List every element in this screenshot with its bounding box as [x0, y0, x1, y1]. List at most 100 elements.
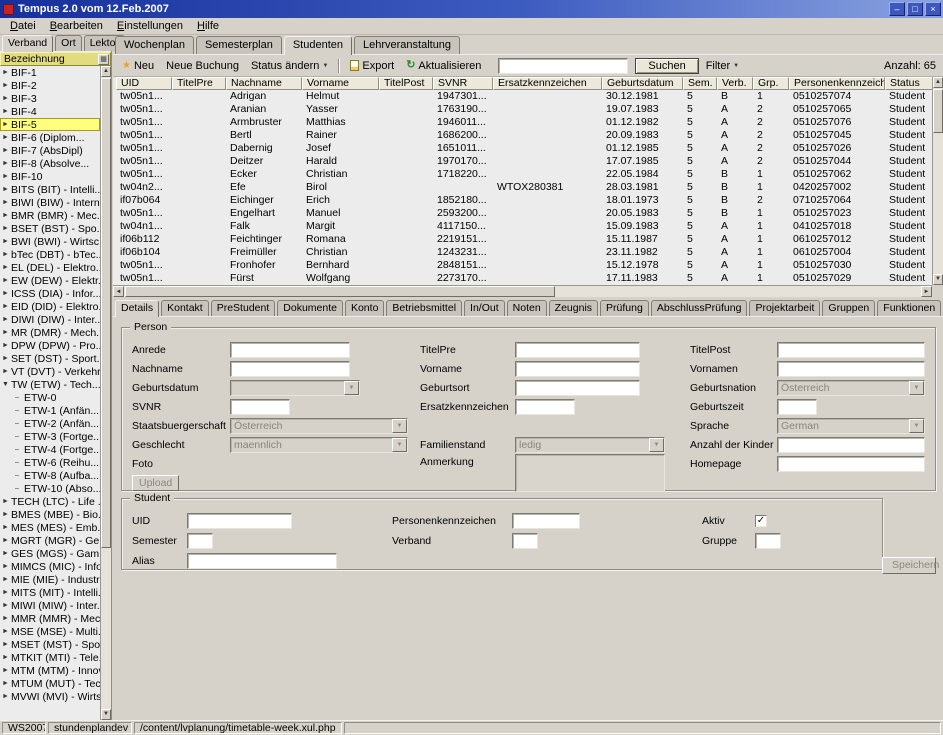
anmerkung-field[interactable]: [515, 454, 665, 492]
table-vertical-scrollbar[interactable]: ▲ ▼: [932, 77, 943, 285]
tree-item-etw-6-reihu[interactable]: –ETW-6 (Reihu...: [0, 456, 100, 469]
sprache-select[interactable]: German ▼: [777, 418, 925, 434]
svnr-field[interactable]: [230, 399, 290, 415]
tree-item-mtm-mtm-innov[interactable]: ►MTM (MTM) - Innov...: [0, 664, 100, 677]
geburtsort-field[interactable]: [515, 380, 640, 396]
table-hscroll-thumb[interactable]: [125, 286, 555, 297]
tree-item-ges-mgs-gam[interactable]: ►GES (MGS) - Gam...: [0, 547, 100, 560]
geschlecht-select[interactable]: maennlich ▼: [230, 437, 408, 453]
tree-item-etw-2-anf-n[interactable]: –ETW-2 (Anfän...: [0, 417, 100, 430]
tree-item-tw-etw-tech[interactable]: ▼TW (ETW) - Tech...: [0, 378, 100, 391]
column-header-titelpost[interactable]: TitelPost: [379, 77, 433, 90]
chevron-down-icon[interactable]: ▼: [909, 381, 924, 395]
scroll-left-icon[interactable]: ◄: [113, 286, 124, 297]
tree-item-bif-4[interactable]: ►BIF-4: [0, 105, 100, 118]
anrede-field[interactable]: [230, 342, 350, 358]
table-row[interactable]: tw05n1...FürstWolfgang2273170...17.11.19…: [116, 272, 933, 285]
scroll-down-icon[interactable]: ▼: [101, 709, 111, 720]
filter-button[interactable]: Filter ▼: [701, 58, 744, 74]
tree-item-dpw-dpw-pro[interactable]: ►DPW (DPW) - Pro...: [0, 339, 100, 352]
tab-projektarbeit[interactable]: Projektarbeit: [749, 300, 820, 316]
column-header-vorname[interactable]: Vorname: [302, 77, 379, 90]
homepage-field[interactable]: [777, 456, 925, 472]
table-row[interactable]: tw05n1...AranianYasser1763190...19.07.19…: [116, 103, 933, 116]
table-row[interactable]: tw05n1...EckerChristian1718220...22.05.1…: [116, 168, 933, 181]
tree-item-etw-1-anf-n[interactable]: –ETW-1 (Anfän...: [0, 404, 100, 417]
tree-item-mgrt-mgr-ge[interactable]: ►MGRT (MGR) - Ge...: [0, 534, 100, 547]
tab-semesterplan[interactable]: Semesterplan: [196, 36, 282, 54]
table-row[interactable]: tw04n1...FalkMargit4117150...15.09.19835…: [116, 220, 933, 233]
tab-konto[interactable]: Konto: [345, 300, 384, 316]
table-row[interactable]: if07b064EichingerErich1852180...18.01.19…: [116, 194, 933, 207]
search-input[interactable]: [498, 58, 628, 74]
personenkennzeichen-field[interactable]: [512, 513, 580, 529]
table-row[interactable]: tw05n1...ArmbrusterMatthias1946011...01.…: [116, 116, 933, 129]
tree-item-bif-8-absolve[interactable]: ►BIF-8 (Absolve...: [0, 157, 100, 170]
tree-item-set-dst-sport[interactable]: ►SET (DST) - Sport...: [0, 352, 100, 365]
minimize-button[interactable]: –: [889, 2, 905, 16]
tree-item-bmes-mbe-bio[interactable]: ►BMES (MBE) - Bio...: [0, 508, 100, 521]
geburtsdatum-select[interactable]: ▼: [230, 380, 360, 396]
table-row[interactable]: tw04n2...EfeBirolWTOX28038128.03.19815B1…: [116, 181, 933, 194]
tree-item-bits-bit-intelli[interactable]: ►BITS (BIT) - Intelli...: [0, 183, 100, 196]
tree-item-mvwi-mvi-wirts[interactable]: ►MVWI (MVI) - Wirts...: [0, 690, 100, 703]
tab-abschlusspr-fung[interactable]: AbschlussPrüfung: [651, 300, 748, 316]
table-row[interactable]: tw05n1...DeitzerHarald1970170...17.07.19…: [116, 155, 933, 168]
tab-gruppen[interactable]: Gruppen: [822, 300, 875, 316]
tree-item-bif-1[interactable]: ►BIF-1: [0, 66, 100, 79]
familienstand-select[interactable]: ledig ▼: [515, 437, 665, 453]
tree-item-mtkit-mti-tele[interactable]: ►MTKIT (MTI) - Tele...: [0, 651, 100, 664]
menu-datei[interactable]: Datei: [3, 19, 43, 33]
column-header-svnr[interactable]: SVNR: [433, 77, 493, 90]
tree-item-etw-0[interactable]: –ETW-0: [0, 391, 100, 404]
menu-einstellungen[interactable]: Einstellungen: [110, 19, 190, 33]
aktualisieren-button[interactable]: ↻ Aktualisieren: [401, 58, 486, 74]
speichern-button[interactable]: Speichern: [882, 557, 936, 574]
column-header-verb[interactable]: Verb.: [717, 77, 753, 90]
tab-lehrveranstaltung[interactable]: Lehrveranstaltung: [354, 36, 460, 54]
export-button[interactable]: Export: [345, 58, 399, 74]
tree-item-ew-dew-elektr[interactable]: ►EW (DEW) - Elektr...: [0, 274, 100, 287]
alias-field[interactable]: [187, 553, 337, 569]
tab-pr-fung[interactable]: Prüfung: [600, 300, 649, 316]
verband-field[interactable]: [512, 533, 538, 549]
tree-item-mr-dmr-mech[interactable]: ►MR (DMR) - Mech...: [0, 326, 100, 339]
tree-item-mset-mst-spo[interactable]: ►MSET (MST) - Spo...: [0, 638, 100, 651]
tree-item-mimcs-mic-info[interactable]: ►MIMCS (MIC) - Info...: [0, 560, 100, 573]
titelpost-field[interactable]: [777, 342, 925, 358]
tree-item-bif-7-absdipl[interactable]: ►BIF-7 (AbsDipl): [0, 144, 100, 157]
vorname-field[interactable]: [515, 361, 640, 377]
tab-prestudent[interactable]: PreStudent: [211, 300, 276, 316]
tree-item-eid-did-elektro[interactable]: ►EID (DID) - Elektro...: [0, 300, 100, 313]
geburtsnation-select[interactable]: Österreich ▼: [777, 380, 925, 396]
tree-item-diwi-diw-inter[interactable]: ►DIWI (DIW) - Inter...: [0, 313, 100, 326]
tree-item-mtum-mut-tec[interactable]: ►MTUM (MUT) - Tec...: [0, 677, 100, 690]
scroll-down-icon[interactable]: ▼: [933, 274, 943, 285]
tree-item-bif-2[interactable]: ►BIF-2: [0, 79, 100, 92]
table-row[interactable]: tw05n1...FronhoferBernhard2848151...15.1…: [116, 259, 933, 272]
column-header-status[interactable]: Status: [885, 77, 933, 90]
tree-item-bif-6-diplom[interactable]: ►BIF-6 (Diplom...: [0, 131, 100, 144]
tree-item-mse-mse-multi[interactable]: ►MSE (MSE) - Multi...: [0, 625, 100, 638]
titelpre-field[interactable]: [515, 342, 640, 358]
tree-header-options-button[interactable]: ▦: [98, 54, 109, 65]
tab-funktionen[interactable]: Funktionen: [877, 300, 941, 316]
table-scroll-thumb[interactable]: [933, 89, 943, 133]
neue-buchung-button[interactable]: Neue Buchung: [161, 58, 244, 74]
tab-dokumente[interactable]: Dokumente: [277, 300, 343, 316]
tree-item-bif-5[interactable]: ►BIF-5: [0, 118, 100, 131]
table-row[interactable]: tw05n1...BertlRainer1686200...20.09.1983…: [116, 129, 933, 142]
column-header-geburtsdatum[interactable]: Geburtsdatum: [602, 77, 683, 90]
staatsbuergerschaft-select[interactable]: Österreich ▼: [230, 418, 408, 434]
tree-item-bset-bst-spo[interactable]: ►BSET (BST) - Spo...: [0, 222, 100, 235]
tree-item-miwi-miw-inter[interactable]: ►MIWI (MIW) - Inter...: [0, 599, 100, 612]
uid-field[interactable]: [187, 513, 292, 529]
column-header-nachname[interactable]: Nachname: [226, 77, 302, 90]
menu-bearbeiten[interactable]: Bearbeiten: [43, 19, 110, 33]
table-row[interactable]: tw05n1...AdriganHelmut1947301...30.12.19…: [116, 90, 933, 103]
table-row[interactable]: if06b104FreimüllerChristian1243231...23.…: [116, 246, 933, 259]
scroll-up-icon[interactable]: ▲: [933, 77, 943, 88]
column-header-uid[interactable]: UID: [116, 77, 172, 90]
anzahl-der-kinder-field[interactable]: [777, 437, 925, 453]
tree-item-biwi-biw-intern[interactable]: ►BIWI (BIW) - Intern...: [0, 196, 100, 209]
